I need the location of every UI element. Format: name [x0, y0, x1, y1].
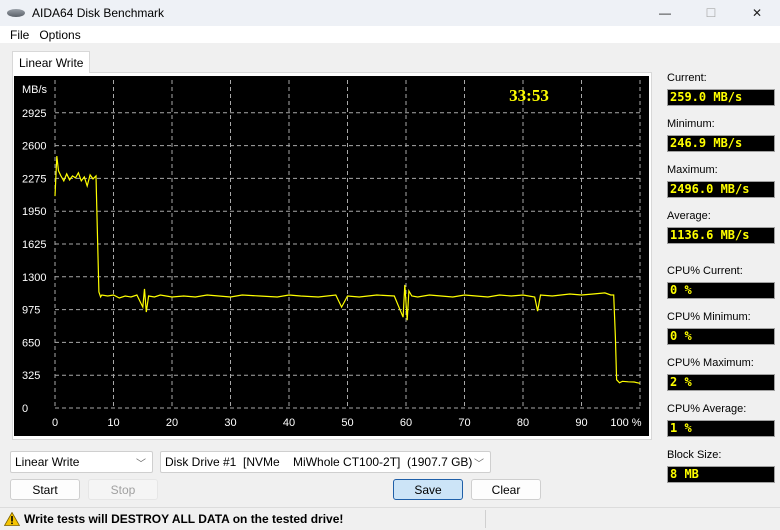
- minimize-icon: —: [659, 6, 671, 20]
- current-label: Current:: [667, 72, 707, 84]
- minimize-button[interactable]: —: [642, 0, 688, 26]
- x-tick-label: 10: [107, 417, 119, 429]
- window-title: AIDA64 Disk Benchmark: [32, 6, 165, 20]
- stop-button[interactable]: Stop: [88, 479, 158, 500]
- x-tick-label: 70: [458, 417, 470, 429]
- y-tick-label: 2925: [22, 108, 46, 120]
- minimum-label: Minimum:: [667, 118, 715, 130]
- start-button[interactable]: Start: [10, 479, 80, 500]
- maximize-icon: ☐: [705, 6, 717, 20]
- menu-bar: File Options: [0, 26, 780, 43]
- x-tick-label: 60: [400, 417, 412, 429]
- menu-options[interactable]: Options: [34, 28, 85, 42]
- x-tick-label: 40: [283, 417, 295, 429]
- save-button[interactable]: Save: [393, 479, 463, 500]
- cpupct-average-label: CPU% Average:: [667, 403, 747, 415]
- drive-value: Disk Drive #1 [NVMe MiWhole CT100-2T] (1…: [165, 455, 473, 469]
- x-tick-label: 20: [166, 417, 178, 429]
- block-size-label: Block Size:: [667, 449, 722, 461]
- title-bar: AIDA64 Disk Benchmark — ☐ ✕: [0, 0, 780, 26]
- maximize-button[interactable]: ☐: [688, 0, 734, 26]
- close-button[interactable]: ✕: [734, 0, 780, 26]
- tab-linear-write[interactable]: Linear Write: [12, 51, 91, 73]
- y-tick-label: 1300: [22, 272, 46, 284]
- close-icon: ✕: [751, 6, 763, 20]
- drive-select[interactable]: Disk Drive #1 [NVMe MiWhole CT100-2T] (1…: [160, 451, 491, 473]
- maximum-value: 2496.0 MB/s: [667, 181, 775, 198]
- status-text: Write tests will DESTROY ALL DATA on the…: [24, 511, 344, 526]
- menu-file[interactable]: File: [5, 28, 34, 42]
- x-tick-label: 0: [52, 417, 58, 429]
- benchmark-chart: 0 325 650 975 1300 1625 1950 2275 2600 2925 0 10 20 3…: [14, 76, 649, 436]
- cpupct-maximum-value: 2 %: [667, 374, 775, 391]
- chevron-down-icon: ﹀: [136, 459, 146, 470]
- cpupct-maximum-label: CPU% Maximum:: [667, 357, 754, 369]
- current-value: 259.0 MB/s: [667, 89, 775, 106]
- y-tick-label: 650: [22, 337, 40, 349]
- test-type-value: Linear Write: [15, 455, 80, 469]
- maximum-label: Maximum:: [667, 164, 718, 176]
- chevron-down-icon: ﹀: [474, 459, 484, 470]
- cpupct-minimum-value: 0 %: [667, 328, 775, 345]
- minimum-value: 246.9 MB/s: [667, 135, 775, 152]
- y-tick-label: 1950: [22, 206, 46, 218]
- x-tick-label: 50: [341, 417, 353, 429]
- y-axis-label: MB/s: [22, 84, 48, 96]
- y-tick-label: 2275: [22, 173, 46, 185]
- warning-icon: [4, 511, 20, 526]
- y-tick-label: 0: [22, 403, 28, 415]
- test-type-select[interactable]: Linear Write ﹀: [10, 451, 153, 473]
- clear-button[interactable]: Clear: [471, 479, 541, 500]
- block-size-value: 8 MB: [667, 466, 775, 483]
- x-tick-label: 100 %: [610, 417, 641, 429]
- x-tick-label: 80: [517, 417, 529, 429]
- status-separator: [485, 510, 486, 528]
- y-tick-label: 1625: [22, 239, 46, 251]
- cpupct-average-value: 1 %: [667, 420, 775, 437]
- disk-icon: [7, 9, 25, 17]
- y-tick-label: 975: [22, 305, 40, 317]
- x-tick-label: 90: [575, 417, 587, 429]
- x-tick-label: 30: [224, 417, 236, 429]
- cpupct-current-value: 0 %: [667, 282, 775, 299]
- y-tick-label: 325: [22, 370, 40, 382]
- cpupct-minimum-label: CPU% Minimum:: [667, 311, 751, 323]
- average-value: 1136.6 MB/s: [667, 227, 775, 244]
- chart-svg: 0 325 650 975 1300 1625 1950 2275 2600 2925 0 10 20 3…: [22, 80, 642, 429]
- status-bar: Write tests will DESTROY ALL DATA on the…: [0, 507, 780, 529]
- y-tick-label: 2600: [22, 141, 46, 153]
- average-label: Average:: [667, 210, 711, 222]
- cpupct-current-label: CPU% Current:: [667, 265, 743, 277]
- elapsed-timer: 33:53: [509, 86, 549, 105]
